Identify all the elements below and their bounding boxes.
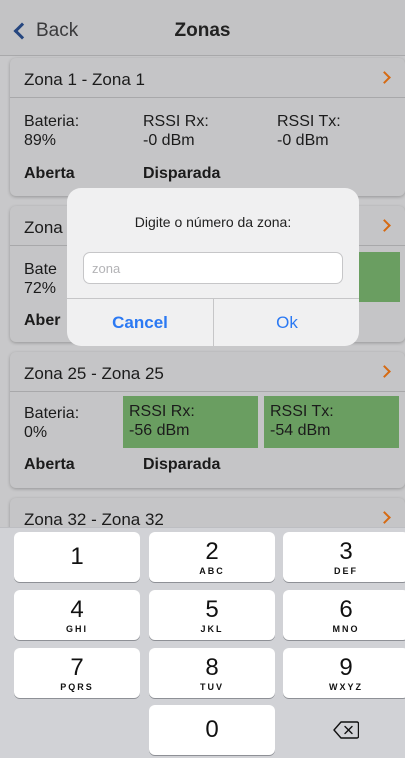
rssi-rx-value: -56 dBm (129, 422, 190, 439)
zone-title: Zona (24, 218, 63, 237)
key-digit: 7 (70, 653, 84, 681)
key-digit: 8 (205, 653, 219, 681)
zone-card-25[interactable]: Zona 25 - Zona 25 Bateria: 0% RSSI Rx: -… (10, 352, 405, 488)
bateria-cell: Bateria: 89% (24, 112, 79, 150)
key-letters: TUV (200, 681, 224, 692)
bateria-label: Bateria: (24, 113, 80, 130)
key-digit: 9 (339, 653, 353, 681)
status-aberta: Aber (24, 312, 61, 329)
key-digit: 2 (205, 537, 219, 565)
bateria-value: 72% (24, 280, 57, 297)
key-1[interactable]: 1 (14, 532, 140, 582)
page-title: Zonas (174, 20, 231, 41)
status-aberta: Aberta (24, 456, 75, 473)
key-6[interactable]: 6 MNO (283, 590, 405, 640)
rssi-tx-label: RSSI Tx: (277, 113, 341, 130)
backspace-icon (333, 721, 359, 739)
bateria-value: 0% (24, 424, 48, 441)
chevron-right-icon[interactable] (378, 511, 391, 524)
zone-title: Zona 25 - Zona 25 (24, 364, 164, 383)
chevron-right-icon[interactable] (378, 219, 391, 232)
key-letters: GHI (65, 623, 88, 634)
key-5[interactable]: 5 JKL (149, 590, 275, 640)
zone-number-dialog: Digite o número da zona: Cancel Ok (67, 188, 359, 346)
zone-card-1[interactable]: Zona 1 - Zona 1 Bateria: 89% RSSI Rx: -0… (10, 58, 405, 196)
chevron-right-icon[interactable] (378, 71, 391, 84)
rssi-tx-cell: RSSI Tx: -0 dBm (277, 112, 341, 150)
key-0[interactable]: 0 (149, 705, 275, 755)
key-2[interactable]: 2 ABC (149, 532, 275, 582)
key-letters: PQRS (60, 681, 94, 692)
key-letters: WXYZ (329, 681, 363, 692)
rssi-tx-value: -0 dBm (277, 132, 329, 149)
key-8[interactable]: 8 TUV (149, 648, 275, 698)
bateria-cell: Bateria: 0% (24, 404, 79, 442)
key-3[interactable]: 3 DEF (283, 532, 405, 582)
rssi-rx-cell: RSSI Rx: -56 dBm (123, 396, 258, 448)
key-letters: DEF (334, 565, 358, 576)
delete-key[interactable] (283, 705, 405, 755)
key-letters: ABC (199, 565, 225, 576)
numeric-keypad: 1 2 ABC 3 DEF 4 GHI 5 JKL 6 MNO 7 PQRS 8… (0, 527, 405, 758)
key-letters: JKL (200, 623, 224, 634)
bateria-cell: Bate 72% (24, 260, 57, 298)
key-digit: 5 (205, 595, 219, 623)
status-disparada: Disparada (143, 456, 221, 473)
key-letters: MNO (332, 623, 360, 634)
cancel-button[interactable]: Cancel (67, 299, 213, 346)
key-digit: 6 (339, 595, 353, 623)
bateria-label: Bate (24, 261, 57, 278)
dialog-message: Digite o número da zona: (134, 214, 292, 230)
key-digit: 4 (70, 595, 84, 623)
zonas-screen: Back Zonas Zona 1 - Zona 1 Bateria: 89% … (0, 0, 405, 758)
key-digit: 3 (339, 537, 353, 565)
rssi-tx-cell: RSSI Tx: -54 dBm (264, 396, 399, 448)
zone-number-input[interactable] (83, 252, 343, 284)
zone-card-header: Zona 1 - Zona 1 (10, 58, 405, 98)
key-digit: 0 (205, 716, 219, 743)
key-9[interactable]: 9 WXYZ (283, 648, 405, 698)
zone-card-header: Zona 25 - Zona 25 (10, 352, 405, 392)
key-7[interactable]: 7 PQRS (14, 648, 140, 698)
navigation-bar: Back Zonas (0, 0, 405, 56)
key-digit: 1 (70, 543, 84, 570)
key-blank (14, 705, 140, 755)
bateria-label: Bateria: (24, 405, 80, 422)
status-disparada: Disparada (143, 165, 221, 182)
rssi-rx-label: RSSI Rx: (129, 403, 195, 420)
rssi-tx-value: -54 dBm (270, 422, 331, 439)
bateria-value: 89% (24, 132, 57, 149)
rssi-rx-label: RSSI Rx: (143, 113, 209, 130)
rssi-rx-value: -0 dBm (143, 132, 195, 149)
chevron-right-icon[interactable] (378, 365, 391, 378)
key-4[interactable]: 4 GHI (14, 590, 140, 640)
ok-button[interactable]: Ok (214, 299, 359, 346)
rssi-tx-label: RSSI Tx: (270, 403, 334, 420)
rssi-rx-cell: RSSI Rx: -0 dBm (143, 112, 209, 150)
status-aberta: Aberta (24, 165, 75, 182)
zone-title: Zona 1 - Zona 1 (24, 70, 145, 89)
